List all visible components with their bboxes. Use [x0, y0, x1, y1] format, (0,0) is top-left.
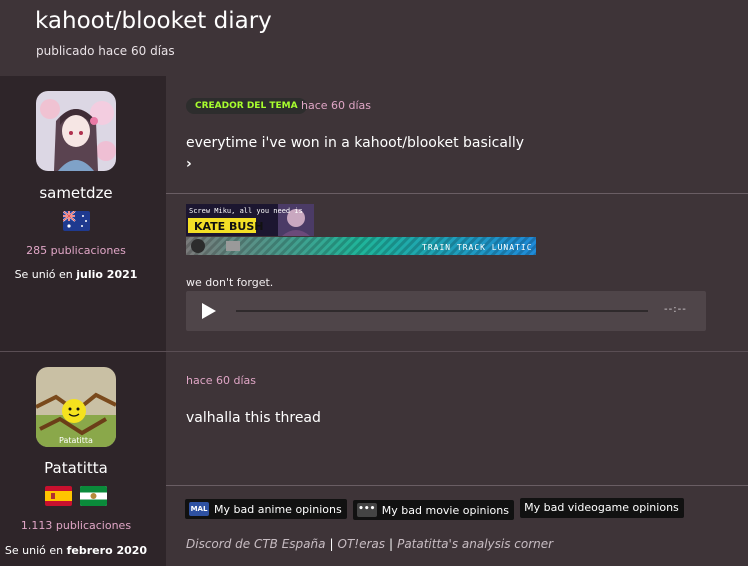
signature-banner-top-text: Screw Miku, all you need is — [189, 207, 303, 215]
signature-link-analysis[interactable]: Patatitta's analysis corner — [397, 537, 553, 551]
spain-flag-icon — [45, 486, 73, 506]
post: Patatitta Patatitta 1.113 publicaciones … — [0, 352, 748, 566]
avatar[interactable]: Patatitta — [36, 367, 116, 447]
post-time[interactable]: hace 60 días — [186, 374, 256, 387]
post-author-sidebar: Patatitta Patatitta 1.113 publicaciones … — [0, 352, 166, 566]
australia-flag-icon — [62, 211, 90, 231]
signature-banner-name-text: KATE BUSH — [194, 220, 263, 233]
mal-icon: MAL — [189, 502, 209, 516]
post-count: 285 publicaciones — [26, 244, 126, 257]
signature-link-discord[interactable]: Discord de CTB España — [186, 537, 325, 551]
signature-pill-label: My bad movie opinions — [381, 503, 509, 517]
link-divider: | — [389, 537, 394, 551]
join-date: Se unió en julio 2021 — [0, 268, 152, 281]
audio-player: --:-- — [186, 291, 706, 331]
signature-divider — [166, 485, 748, 486]
signature-link-oteras[interactable]: OT!eras — [338, 537, 386, 551]
signature-pill-anime[interactable]: MAL My bad anime opinions — [185, 499, 347, 519]
user-flags — [0, 211, 152, 231]
signature-caption: we don't forget. — [186, 276, 274, 289]
post-author-sidebar: sametdze 285 publicaciones Se unió en ju… — [0, 76, 166, 351]
username[interactable]: Patatitta — [0, 459, 152, 477]
user-flags — [0, 486, 152, 506]
avatar[interactable] — [36, 91, 116, 171]
thread-subtitle: publicado hace 60 días — [36, 44, 175, 58]
post-body: everytime i've won in a kahoot/blooket b… — [186, 135, 525, 151]
signature-banner: Screw Miku, all you need is KATE BUSH — [186, 204, 314, 236]
signature-links-row: MAL My bad anime opinions ••• My bad mov… — [185, 496, 685, 520]
signature-text-links: Discord de CTB España | OT!eras | Patatitta'… — [186, 537, 553, 551]
signature-userbar: TRAIN TRACK LUNATIC — [186, 237, 536, 255]
andalusia-flag-icon — [79, 486, 107, 506]
userbar-text: TRAIN TRACK LUNATIC — [422, 243, 533, 252]
post-time[interactable]: hace 60 días — [301, 99, 371, 112]
avatar-caption: Patatitta — [59, 436, 93, 445]
letterboxd-icon: ••• — [356, 503, 377, 517]
join-date: Se unió en febrero 2020 — [0, 544, 152, 557]
thread-title: kahoot/blooket diary — [35, 8, 272, 34]
topic-creator-badge: CREADOR DEL TEMA — [186, 98, 307, 114]
post-body: valhalla this thread — [186, 410, 321, 426]
username[interactable]: sametdze — [0, 184, 152, 202]
signature-pill-videogame[interactable]: My bad videogame opinions — [520, 497, 684, 518]
signature-pill-label: My bad videogame opinions — [524, 501, 679, 514]
signature-divider — [166, 193, 748, 194]
signature-pill-label: My bad anime opinions — [214, 502, 342, 516]
thread-header: kahoot/blooket diary publicado hace 60 d… — [0, 0, 748, 76]
signature-pill-movie[interactable]: ••• My bad movie opinions — [352, 500, 514, 520]
join-date-value: febrero 2020 — [66, 544, 148, 557]
play-icon[interactable] — [202, 303, 216, 319]
post-content: CREADOR DEL TEMA hace 60 días everytime … — [166, 76, 748, 351]
join-date-value: julio 2021 — [76, 268, 138, 281]
link-divider: | — [329, 537, 334, 551]
audio-progress-track[interactable] — [236, 310, 648, 312]
audio-time: --:-- — [664, 304, 687, 315]
join-date-label: Se unió en — [4, 544, 64, 557]
post-count: 1.113 publicaciones — [20, 519, 132, 532]
post-content: hace 60 días valhalla this thread MAL My… — [166, 352, 748, 566]
post: sametdze 285 publicaciones Se unió en ju… — [0, 76, 748, 351]
join-date-label: Se unió en — [14, 268, 73, 281]
chevron-right-icon[interactable]: › — [186, 156, 192, 172]
